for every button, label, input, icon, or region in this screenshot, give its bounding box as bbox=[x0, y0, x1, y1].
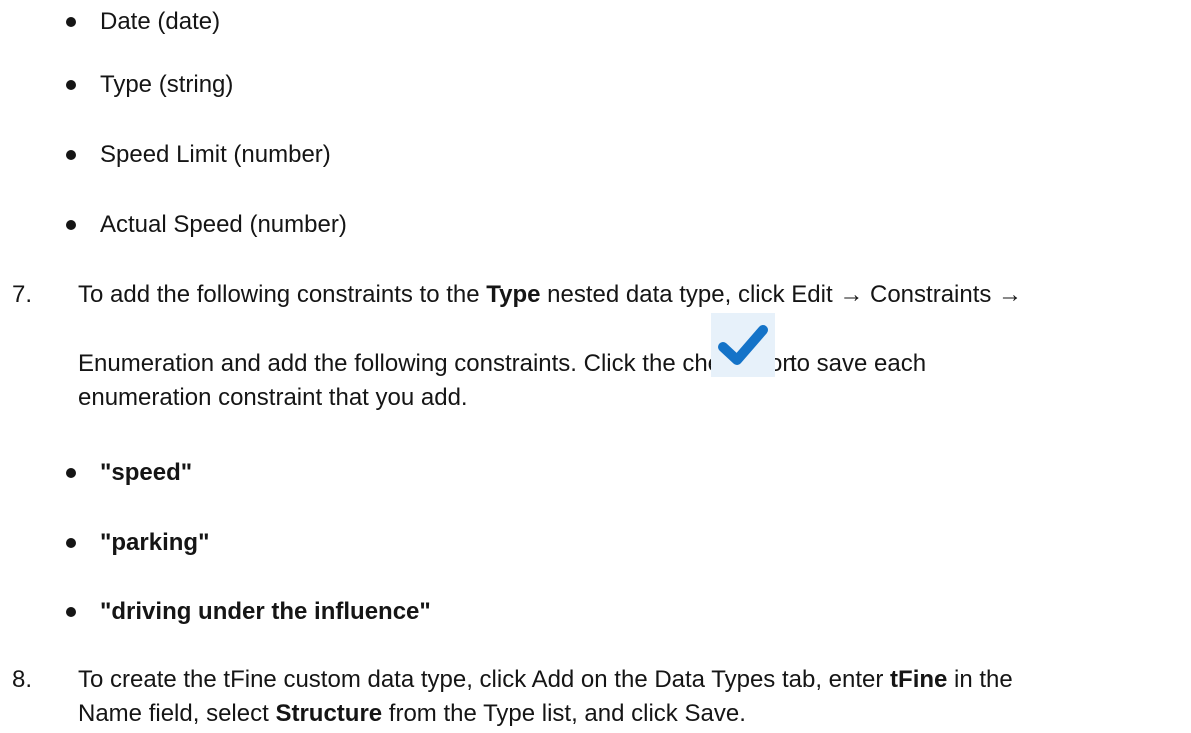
list-item-text: Speed Limit (number) bbox=[100, 137, 331, 173]
constraints-term: Constraints bbox=[870, 281, 992, 308]
bullet-dot bbox=[66, 538, 76, 548]
tfine-input-term: tFine bbox=[890, 666, 948, 693]
field-name: Date bbox=[100, 8, 151, 35]
data-types-term: Data Types bbox=[654, 666, 776, 693]
type-term: Type bbox=[486, 281, 541, 308]
name-term: Name bbox=[78, 700, 143, 727]
enumeration-term: Enumeration bbox=[78, 350, 215, 377]
bullet-dot bbox=[66, 468, 76, 478]
save-term: Save bbox=[684, 700, 740, 727]
check-icon bbox=[711, 313, 775, 377]
bullet-dot bbox=[66, 150, 76, 160]
step-8-line-2: Name field, select Structure from the Ty… bbox=[78, 700, 746, 727]
field-type: (number) bbox=[249, 211, 347, 238]
constraint-value: "parking" bbox=[100, 529, 210, 556]
step-number: 7. bbox=[12, 281, 33, 308]
field-type: (string) bbox=[158, 71, 234, 98]
step-number: 8. bbox=[12, 666, 33, 693]
bullet-dot bbox=[66, 220, 76, 230]
field-name: Type bbox=[100, 71, 153, 98]
step-7-line-1: To add the following constraints to the … bbox=[78, 281, 1023, 308]
list-item-text: Actual Speed (number) bbox=[100, 207, 347, 243]
field-type: (date) bbox=[157, 8, 221, 35]
constraint-value: "speed" bbox=[100, 459, 193, 486]
step-7-line-2: Enumeration and add the following constr… bbox=[78, 350, 796, 377]
type-list-term: Type bbox=[483, 700, 536, 727]
bullet-dot bbox=[66, 17, 76, 27]
bullet-dot bbox=[66, 607, 76, 617]
list-item-text: Date (date) bbox=[100, 4, 220, 40]
constraint-value: "driving under the influence" bbox=[100, 598, 431, 625]
field-type: (number) bbox=[233, 141, 331, 168]
document-body: Date (date) Type (string) Speed Limit (n… bbox=[0, 0, 1191, 733]
bullet-dot bbox=[66, 80, 76, 90]
step-7-line-2b: to save each bbox=[790, 350, 927, 377]
tfine-term: tFine bbox=[223, 666, 277, 693]
add-term: Add bbox=[531, 666, 575, 693]
list-item-text: Type (string) bbox=[100, 67, 233, 103]
step-7-line-3: enumeration constraint that you add. bbox=[78, 384, 468, 411]
step-8-line-1: To create the tFine custom data type, cl… bbox=[78, 666, 1013, 693]
field-name: Actual Speed bbox=[100, 211, 243, 238]
edit-term: Edit bbox=[791, 281, 833, 308]
field-name: Speed Limit bbox=[100, 141, 227, 168]
structure-term: Structure bbox=[275, 700, 383, 727]
